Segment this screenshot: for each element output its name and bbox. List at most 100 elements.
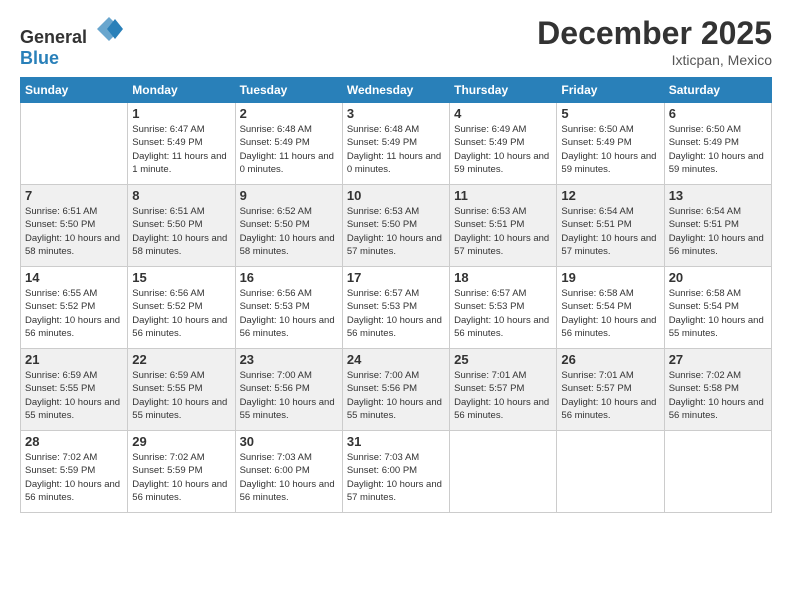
calendar-cell: 22Sunrise: 6:59 AM Sunset: 5:55 PM Dayli… xyxy=(128,349,235,431)
day-of-week-header: Saturday xyxy=(664,78,771,103)
calendar-cell: 15Sunrise: 6:56 AM Sunset: 5:52 PM Dayli… xyxy=(128,267,235,349)
calendar-cell: 12 Sunrise: 6:54 AM Sunset: 5:51 PM Dayli… xyxy=(557,185,664,267)
calendar-cell: 10 Sunrise: 6:53 AM Sunset: 5:50 PM Dayli… xyxy=(342,185,449,267)
calendar-cell: 25Sunrise: 7:01 AM Sunset: 5:57 PM Dayli… xyxy=(450,349,557,431)
day-of-week-header: Wednesday xyxy=(342,78,449,103)
logo: General Blue xyxy=(20,15,123,69)
day-info: Sunrise: 6:51 AM Sunset: 5:50 PM Dayligh… xyxy=(25,205,123,258)
day-info: Sunrise: 6:52 AM Sunset: 5:50 PM Dayligh… xyxy=(240,205,338,258)
calendar-cell xyxy=(450,431,557,513)
day-number: 1 xyxy=(132,106,230,121)
calendar-week-row: 28 Sunrise: 7:02 AM Sunset: 5:59 PM Dayli… xyxy=(21,431,772,513)
main-container: General Blue December 2025 Ixticpan, Mex… xyxy=(0,0,792,523)
day-number: 6 xyxy=(669,106,767,121)
calendar-cell: 21 Sunrise: 6:59 AM Sunset: 5:55 PM Dayli… xyxy=(21,349,128,431)
calendar-cell: 9 Sunrise: 6:52 AM Sunset: 5:50 PM Daylig… xyxy=(235,185,342,267)
day-info: Sunrise: 7:02 AM Sunset: 5:59 PM Dayligh… xyxy=(132,451,230,504)
day-info: Sunrise: 6:50 AM Sunset: 5:49 PM Dayligh… xyxy=(561,123,659,176)
calendar-week-row: 1 Sunrise: 6:47 AM Sunset: 5:49 PM Daylig… xyxy=(21,103,772,185)
calendar-cell xyxy=(21,103,128,185)
day-number: 10 xyxy=(347,188,445,203)
calendar-cell: 31Sunrise: 7:03 AM Sunset: 6:00 PM Dayli… xyxy=(342,431,449,513)
day-info: Sunrise: 6:48 AM Sunset: 5:49 PM Dayligh… xyxy=(347,123,445,176)
day-number: 12 xyxy=(561,188,659,203)
calendar-cell: 28 Sunrise: 7:02 AM Sunset: 5:59 PM Dayli… xyxy=(21,431,128,513)
day-of-week-header: Friday xyxy=(557,78,664,103)
title-section: December 2025 Ixticpan, Mexico xyxy=(537,15,772,68)
day-info: Sunrise: 6:54 AM Sunset: 5:51 PM Dayligh… xyxy=(669,205,767,258)
calendar-cell: 17 Sunrise: 6:57 AM Sunset: 5:53 PM Dayli… xyxy=(342,267,449,349)
day-info: Sunrise: 6:56 AM Sunset: 5:53 PM Dayligh… xyxy=(240,287,338,340)
calendar-week-row: 7 Sunrise: 6:51 AM Sunset: 5:50 PM Daylig… xyxy=(21,185,772,267)
calendar-cell: 13Sunrise: 6:54 AM Sunset: 5:51 PM Dayli… xyxy=(664,185,771,267)
day-number: 27 xyxy=(669,352,767,367)
calendar-cell: 20Sunrise: 6:58 AM Sunset: 5:54 PM Dayli… xyxy=(664,267,771,349)
day-of-week-header: Sunday xyxy=(21,78,128,103)
header-row: General Blue December 2025 Ixticpan, Mex… xyxy=(20,15,772,69)
calendar-cell: 30 Sunrise: 7:03 AM Sunset: 6:00 PM Dayli… xyxy=(235,431,342,513)
day-info: Sunrise: 6:53 AM Sunset: 5:51 PM Dayligh… xyxy=(454,205,552,258)
logo-blue: Blue xyxy=(20,48,59,68)
calendar-cell: 5Sunrise: 6:50 AM Sunset: 5:49 PM Daylig… xyxy=(557,103,664,185)
day-number: 15 xyxy=(132,270,230,285)
calendar-cell: 16 Sunrise: 6:56 AM Sunset: 5:53 PM Dayli… xyxy=(235,267,342,349)
day-number: 17 xyxy=(347,270,445,285)
calendar-header-row: SundayMondayTuesdayWednesdayThursdayFrid… xyxy=(21,78,772,103)
day-info: Sunrise: 6:47 AM Sunset: 5:49 PM Dayligh… xyxy=(132,123,230,176)
day-number: 25 xyxy=(454,352,552,367)
calendar-week-row: 14 Sunrise: 6:55 AM Sunset: 5:52 PM Dayli… xyxy=(21,267,772,349)
day-number: 29 xyxy=(132,434,230,449)
calendar-cell xyxy=(664,431,771,513)
day-number: 9 xyxy=(240,188,338,203)
day-info: Sunrise: 7:02 AM Sunset: 5:59 PM Dayligh… xyxy=(25,451,123,504)
day-info: Sunrise: 6:49 AM Sunset: 5:49 PM Dayligh… xyxy=(454,123,552,176)
day-info: Sunrise: 6:55 AM Sunset: 5:52 PM Dayligh… xyxy=(25,287,123,340)
calendar-cell: 24Sunrise: 7:00 AM Sunset: 5:56 PM Dayli… xyxy=(342,349,449,431)
day-info: Sunrise: 6:57 AM Sunset: 5:53 PM Dayligh… xyxy=(347,287,445,340)
day-number: 30 xyxy=(240,434,338,449)
calendar-cell: 7 Sunrise: 6:51 AM Sunset: 5:50 PM Daylig… xyxy=(21,185,128,267)
calendar-cell: 26Sunrise: 7:01 AM Sunset: 5:57 PM Dayli… xyxy=(557,349,664,431)
day-number: 26 xyxy=(561,352,659,367)
day-number: 4 xyxy=(454,106,552,121)
day-of-week-header: Monday xyxy=(128,78,235,103)
day-number: 2 xyxy=(240,106,338,121)
day-info: Sunrise: 7:02 AM Sunset: 5:58 PM Dayligh… xyxy=(669,369,767,422)
day-number: 3 xyxy=(347,106,445,121)
day-number: 11 xyxy=(454,188,552,203)
day-of-week-header: Thursday xyxy=(450,78,557,103)
day-info: Sunrise: 6:58 AM Sunset: 5:54 PM Dayligh… xyxy=(561,287,659,340)
calendar-cell: 8 Sunrise: 6:51 AM Sunset: 5:50 PM Daylig… xyxy=(128,185,235,267)
day-info: Sunrise: 6:48 AM Sunset: 5:49 PM Dayligh… xyxy=(240,123,338,176)
calendar-cell: 1 Sunrise: 6:47 AM Sunset: 5:49 PM Daylig… xyxy=(128,103,235,185)
day-number: 18 xyxy=(454,270,552,285)
day-number: 16 xyxy=(240,270,338,285)
calendar-cell: 6 Sunrise: 6:50 AM Sunset: 5:49 PM Daylig… xyxy=(664,103,771,185)
calendar-cell: 3 Sunrise: 6:48 AM Sunset: 5:49 PM Daylig… xyxy=(342,103,449,185)
day-number: 8 xyxy=(132,188,230,203)
day-number: 14 xyxy=(25,270,123,285)
calendar-cell: 14 Sunrise: 6:55 AM Sunset: 5:52 PM Dayli… xyxy=(21,267,128,349)
day-info: Sunrise: 6:50 AM Sunset: 5:49 PM Dayligh… xyxy=(669,123,767,176)
month-title: December 2025 xyxy=(537,15,772,52)
day-info: Sunrise: 7:03 AM Sunset: 6:00 PM Dayligh… xyxy=(240,451,338,504)
day-info: Sunrise: 6:51 AM Sunset: 5:50 PM Dayligh… xyxy=(132,205,230,258)
day-number: 28 xyxy=(25,434,123,449)
day-number: 21 xyxy=(25,352,123,367)
day-info: Sunrise: 7:00 AM Sunset: 5:56 PM Dayligh… xyxy=(347,369,445,422)
calendar-cell: 4 Sunrise: 6:49 AM Sunset: 5:49 PM Daylig… xyxy=(450,103,557,185)
day-info: Sunrise: 6:54 AM Sunset: 5:51 PM Dayligh… xyxy=(561,205,659,258)
calendar-cell: 19 Sunrise: 6:58 AM Sunset: 5:54 PM Dayli… xyxy=(557,267,664,349)
logo-icon xyxy=(95,15,123,43)
day-info: Sunrise: 6:59 AM Sunset: 5:55 PM Dayligh… xyxy=(25,369,123,422)
day-number: 7 xyxy=(25,188,123,203)
day-of-week-header: Tuesday xyxy=(235,78,342,103)
day-number: 19 xyxy=(561,270,659,285)
calendar-cell: 18 Sunrise: 6:57 AM Sunset: 5:53 PM Dayli… xyxy=(450,267,557,349)
day-info: Sunrise: 7:03 AM Sunset: 6:00 PM Dayligh… xyxy=(347,451,445,504)
location: Ixticpan, Mexico xyxy=(537,52,772,68)
day-info: Sunrise: 6:57 AM Sunset: 5:53 PM Dayligh… xyxy=(454,287,552,340)
calendar-cell: 27 Sunrise: 7:02 AM Sunset: 5:58 PM Dayli… xyxy=(664,349,771,431)
day-info: Sunrise: 6:53 AM Sunset: 5:50 PM Dayligh… xyxy=(347,205,445,258)
day-number: 20 xyxy=(669,270,767,285)
